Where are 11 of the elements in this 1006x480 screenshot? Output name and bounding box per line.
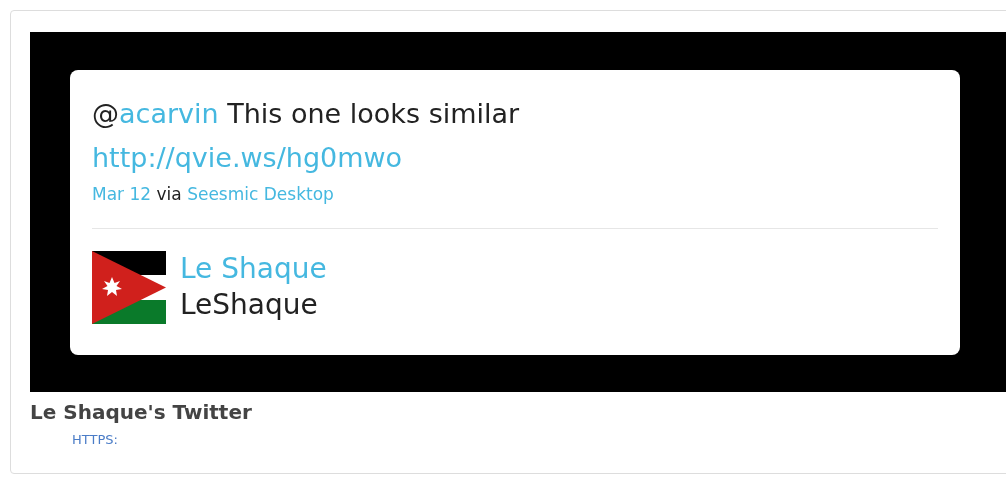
tweet-text: @acarvin This one looks similar http://qvie.ws/hg0mwo: [92, 97, 521, 175]
source-link[interactable]: Seesmic Desktop: [187, 184, 334, 204]
user-name-link[interactable]: Le Shaque: [180, 251, 327, 287]
tweet-meta: Mar 12 via Seesmic Desktop: [92, 184, 335, 204]
mention-link[interactable]: acarvin: [119, 98, 219, 129]
flag-avatar-icon: [92, 251, 166, 324]
source-url-link[interactable]: HTTPS:: [72, 432, 118, 447]
date-link[interactable]: Mar 12: [92, 184, 152, 204]
embed-caption: Le Shaque's Twitter: [30, 400, 253, 424]
user-handle: LeShaque: [180, 287, 319, 323]
url-link[interactable]: http://qvie.ws/hg0mwo: [92, 142, 403, 173]
